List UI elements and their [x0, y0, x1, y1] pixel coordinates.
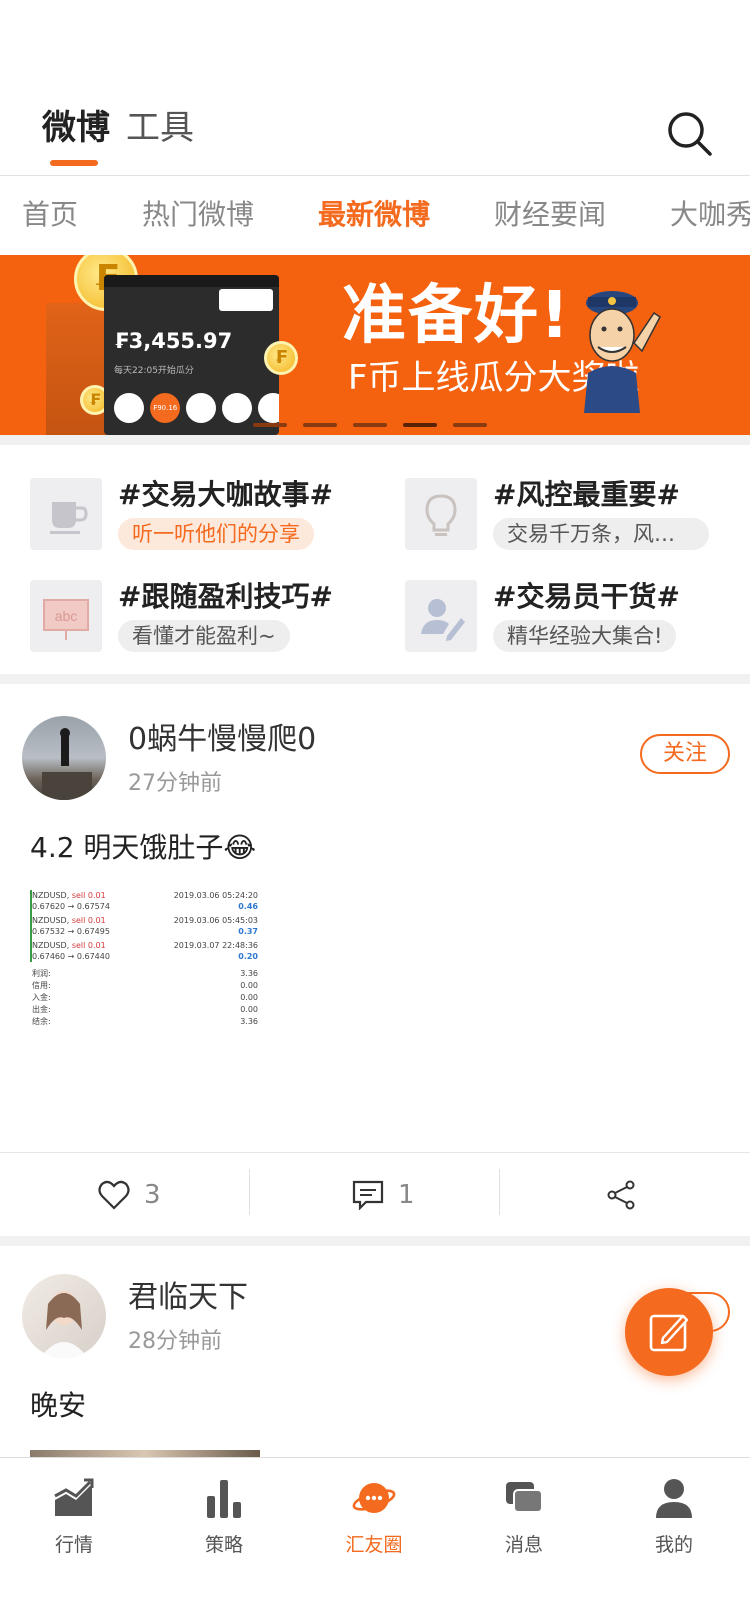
active-tab-indicator: [50, 160, 98, 166]
search-icon[interactable]: [666, 110, 714, 158]
tab-label: 消息: [504, 1534, 543, 1556]
subnav-item-hot[interactable]: 热门微博: [142, 197, 254, 233]
phone-chip: [258, 393, 279, 423]
whiteboard-icon: abc: [30, 580, 102, 652]
banner-pagination: [253, 423, 503, 427]
phone-chip: [222, 393, 252, 423]
follow-button[interactable]: 关注: [640, 734, 730, 774]
promo-banner[interactable]: ₣ ₣ ₣3,455.97 每天22:05开始瓜分 ₣90.16 ₣ 准备好! …: [0, 255, 750, 435]
subnav-item-finance-news[interactable]: 财经要闻: [494, 197, 606, 233]
tab-weibo[interactable]: 微博: [42, 108, 110, 148]
topic-desc: 听一听他们的分享: [118, 518, 314, 550]
tab-label: 行情: [54, 1534, 93, 1556]
topic-desc: 交易千万条，风…: [493, 518, 709, 550]
conductor-mascot-icon: [584, 291, 661, 413]
tab-label: 策略: [204, 1534, 243, 1556]
tabbar-item-market[interactable]: 行情: [14, 1476, 134, 1557]
tab-label: 我的: [654, 1534, 693, 1556]
post-text: 晚安: [30, 1389, 87, 1422]
pagination-dot[interactable]: [253, 423, 287, 427]
post-username[interactable]: 0蜗牛慢慢爬0: [128, 722, 316, 758]
topic-follow-profit[interactable]: abc #跟随盈利技巧# 看懂才能盈利~: [30, 580, 360, 652]
compose-icon: [649, 1314, 689, 1352]
post-timestamp: 28分钟前: [128, 1329, 222, 1354]
lightbulb-icon: [405, 478, 477, 550]
tabbar-item-strategy[interactable]: 策略: [164, 1476, 284, 1557]
sub-navigation: 首页 热门微博 最新微博 财经要闻 大咖秀: [0, 177, 750, 255]
comment-count: 1: [398, 1180, 415, 1210]
divider: [0, 435, 750, 445]
compose-button[interactable]: [625, 1288, 713, 1376]
app-screen: 微博 工具 首页 热门微博 最新微博 财经要闻 大咖秀 ₣ ₣ ₣3,455.9…: [0, 0, 750, 1624]
subnav-item-bigshots[interactable]: 大咖秀: [670, 197, 750, 233]
heart-icon: [98, 1180, 130, 1210]
topic-desc: 精华经验大集合!: [493, 620, 677, 652]
tabbar-item-messages[interactable]: 消息: [464, 1476, 584, 1557]
pagination-dot[interactable]: [453, 423, 487, 427]
phone-mockup: ₣3,455.97 每天22:05开始瓜分 ₣90.16: [104, 275, 279, 435]
avatar[interactable]: [22, 716, 106, 800]
subnav-item-latest[interactable]: 最新微博: [318, 197, 430, 233]
planet-chat-icon: [352, 1483, 396, 1513]
subnav-item-home[interactable]: 首页: [22, 197, 78, 233]
tab-label: 汇友圈: [345, 1534, 403, 1556]
pagination-dot[interactable]: [303, 423, 337, 427]
comment-icon: [352, 1180, 384, 1210]
top-tab-bar: 微博 工具: [0, 96, 750, 176]
divider: [0, 674, 750, 684]
divider: [249, 1169, 250, 1215]
coin-icon-medium: ₣: [264, 341, 298, 375]
phone-balance: ₣3,455.97: [114, 329, 233, 353]
post-username[interactable]: 君临天下: [128, 1280, 248, 1316]
avatar-figure: [42, 728, 92, 800]
svg-text:abc: abc: [55, 608, 78, 624]
post-image-trade-screenshot[interactable]: NZDUSD, sell 0.01 2019.03.06 05:24:20 0.6…: [30, 890, 260, 1030]
post-action-bar: 3 1: [0, 1152, 750, 1236]
tabbar-item-community[interactable]: 汇友圈: [314, 1476, 434, 1557]
tabbar-item-me[interactable]: 我的: [614, 1476, 734, 1557]
messages-icon: [506, 1482, 543, 1513]
post-text: 4.2 明天饿肚子😂: [30, 831, 257, 864]
topic-desc: 看懂才能盈利~: [118, 620, 290, 652]
bar-chart-icon: [207, 1480, 241, 1518]
phone-note: 每天22:05开始瓜分: [114, 366, 194, 376]
divider: [499, 1169, 500, 1215]
phone-user-card: [219, 289, 273, 311]
user-edit-icon: [405, 580, 477, 652]
post-timestamp: 27分钟前: [128, 771, 222, 796]
cup-icon: [30, 478, 102, 550]
user-icon: [656, 1479, 692, 1518]
topic-title: #交易员干货#: [493, 580, 680, 613]
topic-trader-stories[interactable]: #交易大咖故事# 听一听他们的分享: [30, 478, 360, 550]
phone-chip: [114, 393, 144, 423]
avatar[interactable]: [22, 1274, 106, 1358]
pagination-dot-active[interactable]: [403, 423, 437, 427]
phone-chip: [186, 393, 216, 423]
topic-title: #风控最重要#: [493, 478, 680, 511]
banner-title: 准备好!: [342, 279, 572, 353]
avatar-portrait: [40, 1291, 88, 1358]
comment-button[interactable]: 1: [352, 1153, 415, 1237]
share-icon: [607, 1180, 635, 1210]
bottom-tab-bar: 行情 策略 汇友圈 消息 我的: [0, 1457, 750, 1624]
topic-title: #跟随盈利技巧#: [118, 580, 333, 613]
like-count: 3: [144, 1180, 161, 1210]
tab-tools[interactable]: 工具: [126, 108, 194, 148]
phone-chip-active: ₣90.16: [150, 393, 180, 423]
topic-trader-tips[interactable]: #交易员干货# 精华经验大集合!: [405, 580, 735, 652]
topic-risk-control[interactable]: #风控最重要# 交易千万条，风…: [405, 478, 735, 550]
pagination-dot[interactable]: [353, 423, 387, 427]
divider: [0, 1236, 750, 1246]
topic-title: #交易大咖故事#: [118, 478, 333, 511]
share-button[interactable]: [606, 1153, 636, 1237]
like-button[interactable]: 3: [98, 1153, 161, 1237]
market-chart-icon: [54, 1478, 94, 1516]
